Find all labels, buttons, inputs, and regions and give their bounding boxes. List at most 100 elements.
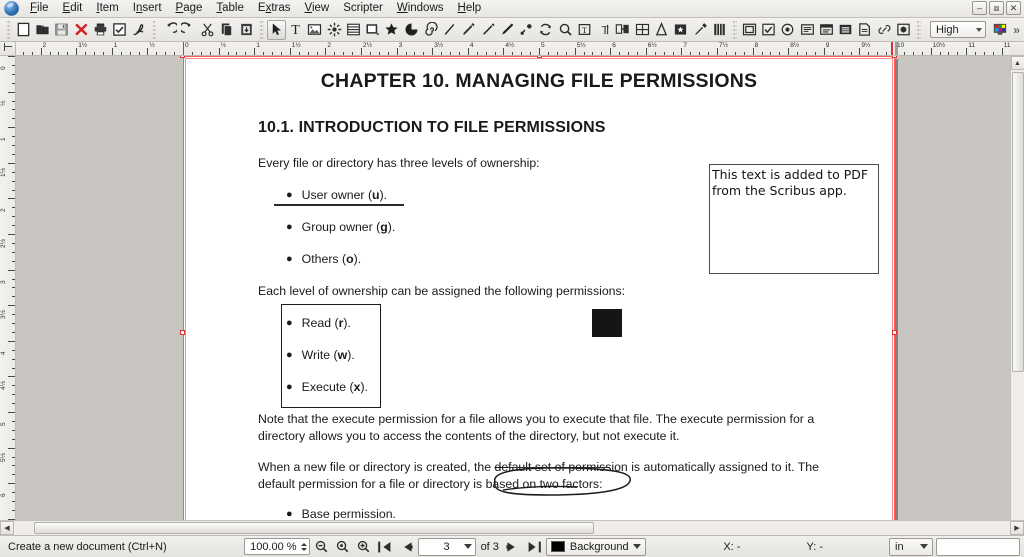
note-paragraph-line-1: Note that the execute permission for a f… bbox=[258, 412, 815, 426]
open-document-icon[interactable] bbox=[33, 20, 52, 40]
pdf-text-field-icon[interactable] bbox=[798, 20, 817, 40]
image-frame-icon[interactable] bbox=[305, 20, 324, 40]
zoom-level-input[interactable]: 100.00 % bbox=[244, 538, 310, 555]
menu-file[interactable]: File bbox=[23, 0, 56, 17]
redo-icon[interactable] bbox=[179, 20, 198, 40]
pdf-push-button-icon[interactable] bbox=[740, 20, 759, 40]
page-number-input[interactable]: 3 bbox=[417, 537, 476, 556]
save-document-icon[interactable] bbox=[52, 20, 71, 40]
pdf-link-annotation-icon[interactable] bbox=[875, 20, 894, 40]
toolbar-overflow-button[interactable]: » bbox=[1009, 23, 1024, 37]
pdf-list-box-icon-2[interactable] bbox=[836, 20, 855, 40]
ruler-origin-button[interactable] bbox=[0, 42, 16, 56]
undo-icon[interactable] bbox=[159, 20, 178, 40]
resize-handle-middle-right[interactable] bbox=[892, 330, 897, 335]
minimize-button[interactable]: – bbox=[972, 1, 987, 15]
pdf-text-frame[interactable]: This text is added to PDF from the Scrib… bbox=[709, 164, 879, 274]
measurements-icon[interactable] bbox=[652, 20, 671, 40]
layer-select[interactable]: Background bbox=[545, 537, 646, 556]
table-icon[interactable] bbox=[344, 20, 363, 40]
print-icon[interactable] bbox=[91, 20, 110, 40]
toolbar-handle-1[interactable] bbox=[6, 20, 11, 39]
text-frame-icon[interactable]: T bbox=[286, 20, 305, 40]
vertical-ruler[interactable]: 0½11½22½33½44½55½66½7 bbox=[0, 56, 16, 520]
preview-quality-select[interactable]: High bbox=[929, 21, 986, 38]
zoom-in-icon[interactable] bbox=[355, 538, 373, 556]
select-item-icon[interactable] bbox=[266, 19, 286, 40]
refresh-icon[interactable] bbox=[536, 20, 555, 40]
render-frame-icon[interactable] bbox=[324, 20, 343, 40]
filled-black-square-shape[interactable] bbox=[592, 309, 622, 337]
menu-windows[interactable]: Windows bbox=[390, 0, 451, 17]
menu-edit[interactable]: Edit bbox=[56, 0, 90, 17]
preflight-verifier-icon[interactable] bbox=[110, 20, 129, 40]
next-page-icon[interactable] bbox=[504, 538, 522, 556]
resize-handle-top-center[interactable] bbox=[537, 56, 542, 58]
paste-icon[interactable] bbox=[237, 20, 256, 40]
vertical-scroll-thumb[interactable] bbox=[1012, 72, 1024, 372]
zoom-icon[interactable] bbox=[556, 20, 575, 40]
eye-dropper-icon[interactable] bbox=[690, 20, 709, 40]
copy-item-properties-icon[interactable] bbox=[671, 20, 690, 40]
horizontal-scrollbar[interactable]: ◀ ▶ bbox=[0, 520, 1024, 535]
ruler-label: 5 bbox=[0, 422, 7, 426]
horizontal-scroll-thumb[interactable] bbox=[34, 522, 594, 534]
scroll-right-button[interactable]: ▶ bbox=[1010, 521, 1024, 535]
last-page-icon[interactable] bbox=[525, 538, 543, 556]
previous-page-icon[interactable] bbox=[397, 538, 415, 556]
zoom-stepper[interactable] bbox=[300, 542, 307, 551]
ruler-origin-marker bbox=[183, 42, 184, 55]
bullet-icon: ● bbox=[286, 508, 293, 520]
menu-insert[interactable]: Insert bbox=[126, 0, 169, 17]
new-document-icon[interactable] bbox=[14, 20, 33, 40]
edit-text-story-editor-icon[interactable]: T bbox=[594, 20, 613, 40]
polygon-star-icon[interactable] bbox=[382, 20, 401, 40]
menu-help[interactable]: Help bbox=[451, 0, 489, 17]
unlink-text-frames-icon[interactable] bbox=[633, 20, 652, 40]
close-button[interactable]: ✕ bbox=[1006, 1, 1021, 15]
line-icon[interactable] bbox=[440, 20, 459, 40]
menu-table[interactable]: Table bbox=[209, 0, 251, 17]
maximize-button[interactable]: ⧈ bbox=[989, 1, 1004, 15]
menu-extras[interactable]: Extras bbox=[251, 0, 298, 17]
vertical-scrollbar[interactable]: ▲ bbox=[1010, 56, 1024, 520]
bezier-curve-icon[interactable] bbox=[459, 20, 478, 40]
pdf-check-box-icon[interactable] bbox=[759, 20, 778, 40]
pdf-combo-box-icon[interactable] bbox=[817, 20, 836, 40]
link-text-frames-icon[interactable] bbox=[613, 20, 632, 40]
document-page[interactable]: CHAPTER 10. MANAGING FILE PERMISSIONS 10… bbox=[183, 56, 895, 520]
export-pdf-icon[interactable] bbox=[129, 20, 148, 40]
list-item-label: Base permission. bbox=[301, 507, 396, 520]
cut-icon[interactable] bbox=[198, 20, 217, 40]
close-document-icon[interactable] bbox=[72, 20, 91, 40]
pdf-3d-annotation-icon[interactable] bbox=[894, 20, 913, 40]
scroll-left-button[interactable]: ◀ bbox=[0, 521, 14, 535]
resize-handle-top-left[interactable] bbox=[180, 56, 185, 58]
shape-icon[interactable] bbox=[363, 20, 382, 40]
edit-contents-icon[interactable]: T bbox=[575, 20, 594, 40]
resize-handle-middle-left[interactable] bbox=[180, 330, 185, 335]
zoom-100-icon[interactable] bbox=[334, 538, 352, 556]
copy-icon[interactable] bbox=[217, 20, 236, 40]
document-canvas[interactable]: CHAPTER 10. MANAGING FILE PERMISSIONS 10… bbox=[16, 56, 1010, 520]
status-extra-input[interactable] bbox=[936, 537, 1021, 556]
menu-scripter[interactable]: Scripter bbox=[336, 0, 390, 17]
resize-handle-top-right[interactable] bbox=[892, 56, 897, 58]
menu-view[interactable]: View bbox=[297, 0, 336, 17]
pdf-radio-button-icon[interactable] bbox=[778, 20, 797, 40]
calligraphic-line-icon[interactable] bbox=[498, 20, 517, 40]
pdf-list-box-icon[interactable] bbox=[710, 20, 729, 40]
menu-page[interactable]: Page bbox=[169, 0, 210, 17]
arc-icon[interactable] bbox=[401, 20, 420, 40]
rotate-item-icon[interactable] bbox=[517, 20, 536, 40]
freehand-line-icon[interactable] bbox=[479, 20, 498, 40]
menu-item[interactable]: Item bbox=[89, 0, 125, 17]
zoom-out-icon[interactable] bbox=[313, 538, 331, 556]
horizontal-ruler[interactable]: 2 1½ 1 ½ 0 ½ 1 1½ 2 2½ 3 3½ 4 4½ 5 5½ 6 6½ 7 7½ 8 8½ 9 9½ 10 10½ 1… bbox=[16, 42, 1010, 56]
first-page-icon[interactable] bbox=[376, 538, 394, 556]
scroll-up-button[interactable]: ▲ bbox=[1010, 56, 1024, 70]
spiral-icon[interactable] bbox=[421, 20, 440, 40]
color-management-icon[interactable] bbox=[990, 20, 1009, 40]
unit-select[interactable]: in bbox=[889, 537, 934, 556]
pdf-text-annotation-icon[interactable] bbox=[855, 20, 874, 40]
